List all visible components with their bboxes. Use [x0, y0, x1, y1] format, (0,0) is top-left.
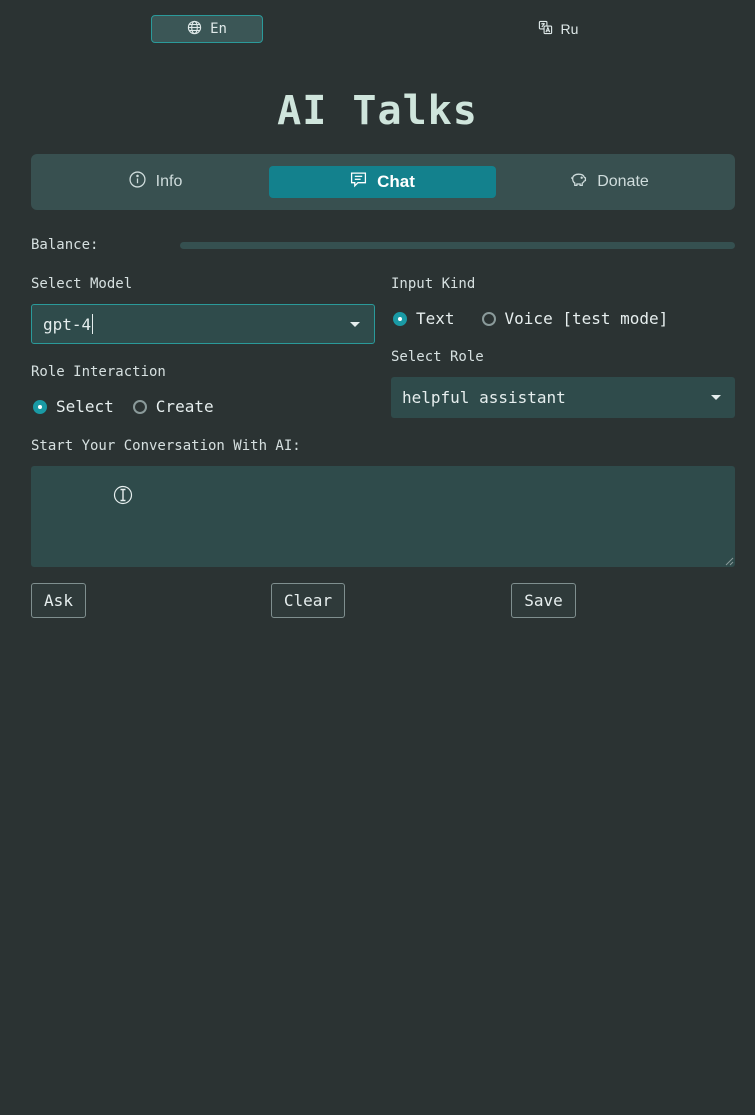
radio-role-select-label: Select	[56, 397, 114, 416]
radio-role-create-label: Create	[155, 397, 214, 416]
role-interaction-label: Role Interaction	[31, 364, 166, 380]
page-title: AI Talks	[277, 88, 478, 134]
balance-label: Balance:	[31, 237, 99, 253]
piggy-bank-icon	[570, 171, 587, 193]
tab-info[interactable]: Info	[42, 166, 269, 198]
radio-input-voice[interactable]: Voice [test mode]	[481, 309, 669, 328]
text-caret	[92, 314, 94, 334]
language-switcher: En Ru	[0, 15, 755, 45]
role-interaction-radio-group: Select Create	[33, 397, 214, 416]
select-model-label: Select Model	[31, 276, 133, 292]
input-kind-radio-group: Text Voice [test mode]	[393, 309, 668, 328]
model-select-value: gpt-4	[43, 314, 92, 334]
translate-icon	[538, 20, 553, 38]
radio-input-text-label: Text	[416, 309, 455, 328]
role-select[interactable]: helpful assistant	[391, 377, 735, 418]
chat-icon	[350, 171, 367, 193]
resize-handle-icon[interactable]	[724, 556, 734, 566]
language-en-label: En	[210, 21, 227, 37]
tab-donate[interactable]: Donate	[496, 166, 723, 198]
language-ru-label: Ru	[560, 21, 579, 37]
globe-icon	[187, 20, 202, 39]
conversation-input[interactable]	[31, 466, 735, 567]
balance-progress-bar	[180, 242, 735, 249]
select-role-label: Select Role	[391, 349, 484, 365]
mouse-cursor-icon	[113, 485, 133, 505]
radio-input-text[interactable]: Text	[393, 309, 455, 328]
dropdown-arrow-icon	[711, 395, 721, 400]
radio-checked-icon	[33, 399, 47, 414]
tab-bar: Info Chat Donate	[31, 154, 735, 210]
radio-unchecked-icon	[481, 311, 496, 326]
tab-info-label: Info	[155, 173, 183, 190]
tab-chat[interactable]: Chat	[269, 166, 496, 198]
radio-checked-icon	[393, 311, 407, 326]
tab-donate-label: Donate	[597, 173, 649, 190]
radio-role-create[interactable]: Create	[132, 397, 214, 416]
ask-button[interactable]: Ask	[31, 583, 86, 618]
radio-input-voice-label: Voice [test mode]	[504, 309, 669, 328]
input-kind-label: Input Kind	[391, 276, 476, 292]
language-ru-button[interactable]: Ru	[502, 15, 614, 43]
info-icon	[129, 171, 146, 193]
role-select-value: helpful assistant	[402, 388, 566, 407]
language-en-button[interactable]: En	[151, 15, 263, 43]
tab-chat-label: Chat	[377, 172, 415, 191]
radio-role-select[interactable]: Select	[33, 397, 114, 416]
conversation-label: Start Your Conversation With AI:	[31, 438, 301, 454]
radio-unchecked-icon	[132, 399, 147, 414]
clear-button[interactable]: Clear	[271, 583, 345, 618]
model-select[interactable]: gpt-4	[31, 304, 375, 344]
save-button[interactable]: Save	[511, 583, 576, 618]
dropdown-arrow-icon	[350, 322, 360, 327]
